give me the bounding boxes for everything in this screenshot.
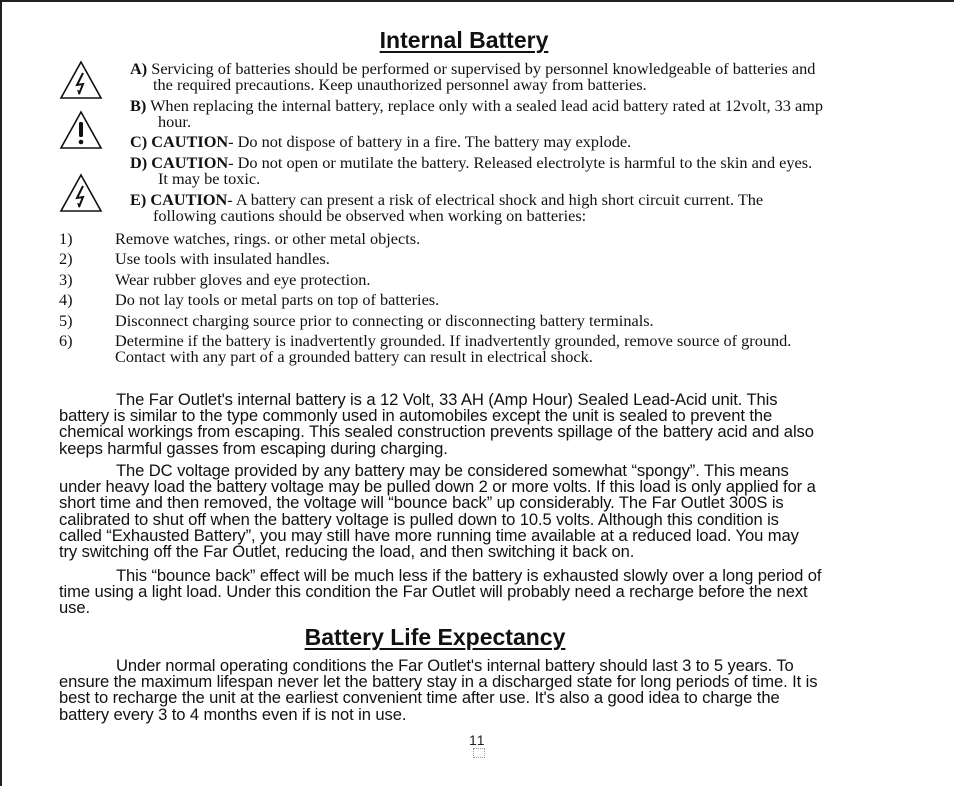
paragraph-battery-description: The Far Outlet's internal battery is a 1… xyxy=(59,390,814,458)
warning-item-a: A) Servicing of batteries should be perf… xyxy=(130,59,816,94)
list-number: 6) xyxy=(59,331,73,350)
electrical-shock-warning-icon xyxy=(59,60,103,99)
warning-item-d: D) CAUTION- Do not open or mutilate the … xyxy=(130,153,813,188)
electrical-shock-warning-icon xyxy=(59,173,103,212)
paragraph-bounce-back: This “bounce back” effect will be much l… xyxy=(59,566,822,618)
list-number: 2) xyxy=(59,249,73,268)
list-item: Remove watches, rings. or other metal ob… xyxy=(115,229,421,248)
list-item: Use tools with insulated handles. xyxy=(115,249,330,268)
warning-item-c: C) CAUTION- Do not dispose of battery in… xyxy=(130,132,632,151)
caution-exclamation-icon xyxy=(59,110,103,149)
section-title-battery-life: Battery Life Expectancy xyxy=(304,624,566,650)
list-item: Disconnect charging source prior to conn… xyxy=(115,311,654,330)
paragraph-battery-life: Under normal operating conditions the Fa… xyxy=(59,656,818,724)
list-number: 4) xyxy=(59,290,73,309)
paragraph-dc-voltage: The DC voltage provided by any battery m… xyxy=(59,461,816,562)
manual-page: Internal Battery A) Servicing of batteri… xyxy=(0,0,954,786)
list-item: Determine if the battery is inadvertentl… xyxy=(115,331,792,366)
list-number: 1) xyxy=(59,229,73,248)
section-title-internal-battery: Internal Battery xyxy=(379,27,549,53)
page-number: 11 xyxy=(469,732,486,748)
list-number: 3) xyxy=(59,270,73,289)
warning-item-b: B) When replacing the internal battery, … xyxy=(130,96,824,131)
list-item: Wear rubber gloves and eye protection. xyxy=(115,270,371,289)
page-mark-icon xyxy=(473,748,485,758)
list-number: 5) xyxy=(59,311,73,330)
list-item: Do not lay tools or metal parts on top o… xyxy=(115,290,440,309)
warning-item-e: E) CAUTION- A battery can present a risk… xyxy=(130,190,764,225)
